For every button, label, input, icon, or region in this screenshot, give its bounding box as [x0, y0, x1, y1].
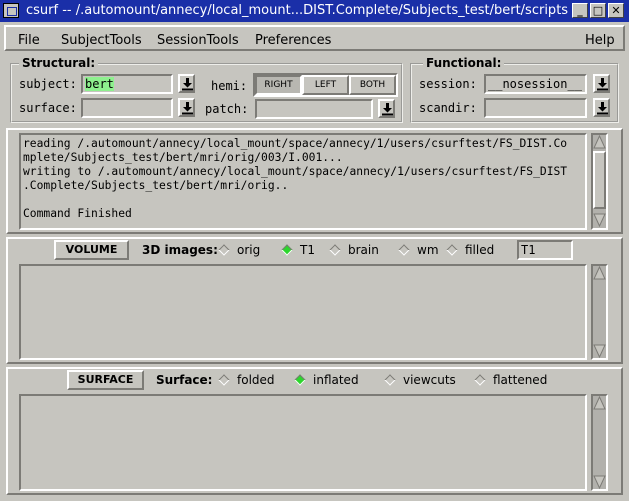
log-scrollbar[interactable] [591, 133, 608, 230]
surface-label: surface: [19, 101, 77, 115]
volume-entry[interactable]: T1 [517, 240, 573, 260]
radio-t1-label[interactable]: T1 [300, 243, 315, 257]
menu-help[interactable]: Help [585, 33, 615, 48]
volume-list[interactable] [19, 264, 587, 360]
scandir-input[interactable] [484, 98, 587, 118]
surface-scrollbar[interactable] [591, 394, 608, 491]
surface-input[interactable] [81, 98, 173, 118]
surface-list[interactable] [19, 394, 587, 491]
scroll-down-icon[interactable] [593, 475, 606, 489]
subject-dropdown-button[interactable] [178, 74, 195, 93]
surface-button[interactable]: SURFACE [67, 370, 144, 390]
session-dropdown-button[interactable] [593, 74, 610, 93]
structural-legend: Structural: [19, 56, 99, 70]
minimize-icon[interactable]: _ [572, 3, 588, 18]
scandir-label: scandir: [419, 101, 477, 115]
functional-legend: Functional: [423, 56, 505, 70]
radio-folded-label[interactable]: folded [237, 373, 275, 387]
hemi-left-button[interactable]: LEFT [302, 75, 349, 95]
window-title: csurf -- /.automount/annecy/local_mount.… [26, 3, 569, 18]
surface-dropdown-button[interactable] [178, 98, 195, 117]
download-arrow-icon [182, 102, 193, 115]
menu-bar: File SubjectTools SessionTools Preferenc… [4, 25, 625, 51]
volume-button[interactable]: VOLUME [54, 240, 129, 260]
hemi-both-button[interactable]: BOTH [349, 75, 396, 95]
download-arrow-icon [382, 103, 393, 116]
log-text[interactable]: reading /.automount/annecy/local_mount/s… [19, 133, 587, 230]
scroll-up-icon[interactable] [593, 135, 606, 149]
scroll-down-icon[interactable] [593, 344, 606, 358]
radio-flattened-label[interactable]: flattened [493, 373, 547, 387]
patch-input[interactable] [255, 99, 373, 119]
scroll-up-icon[interactable] [593, 396, 606, 410]
maximize-icon[interactable]: □ [590, 3, 606, 18]
title-bar[interactable]: csurf -- /.automount/annecy/local_mount.… [0, 0, 629, 22]
download-arrow-icon [597, 78, 608, 91]
radio-orig-label[interactable]: orig [237, 243, 260, 257]
close-icon[interactable]: ✕ [608, 3, 624, 18]
log-line: Command Finished [23, 207, 132, 220]
hemi-label: hemi: [211, 79, 248, 93]
menu-preferences[interactable]: Preferences [255, 33, 331, 48]
patch-label: patch: [205, 102, 249, 116]
menu-file[interactable]: File [18, 33, 40, 48]
app-menu-icon[interactable] [3, 3, 19, 18]
patch-dropdown-button[interactable] [378, 99, 395, 118]
radio-viewcuts-label[interactable]: viewcuts [403, 373, 456, 387]
radio-wm-label[interactable]: wm [417, 243, 439, 257]
surface-panel-label: Surface: [156, 373, 213, 387]
scandir-dropdown-button[interactable] [593, 98, 610, 117]
hemi-right-button[interactable]: RIGHT [255, 75, 302, 95]
subject-label: subject: [19, 77, 77, 91]
scroll-down-icon[interactable] [593, 213, 606, 227]
subject-input[interactable]: bert [81, 74, 173, 94]
log-scroll-thumb[interactable] [593, 151, 606, 209]
download-arrow-icon [597, 102, 608, 115]
download-arrow-icon [182, 78, 193, 91]
radio-filled-label[interactable]: filled [465, 243, 494, 257]
subject-value: bert [85, 77, 114, 91]
session-label: session: [419, 77, 477, 91]
scroll-up-icon[interactable] [593, 266, 606, 280]
volume-scrollbar[interactable] [591, 264, 608, 360]
log-line: writing to /.automount/annecy/local_moun… [23, 165, 568, 178]
log-line: mplete/Subjects_test/bert/mri/orig/003/I… [23, 151, 343, 164]
log-line: reading /.automount/annecy/local_mount/s… [23, 137, 568, 150]
volume-3d-images-label: 3D images: [142, 243, 218, 257]
log-line: ​ [23, 193, 585, 207]
session-input[interactable]: __nosession__ [484, 74, 587, 94]
menu-session-tools[interactable]: SessionTools [157, 33, 239, 48]
menu-subject-tools[interactable]: SubjectTools [61, 33, 142, 48]
radio-brain-label[interactable]: brain [348, 243, 379, 257]
log-line: .Complete/Subjects_test/bert/mri/orig.. [23, 179, 289, 192]
radio-inflated-label[interactable]: inflated [313, 373, 359, 387]
